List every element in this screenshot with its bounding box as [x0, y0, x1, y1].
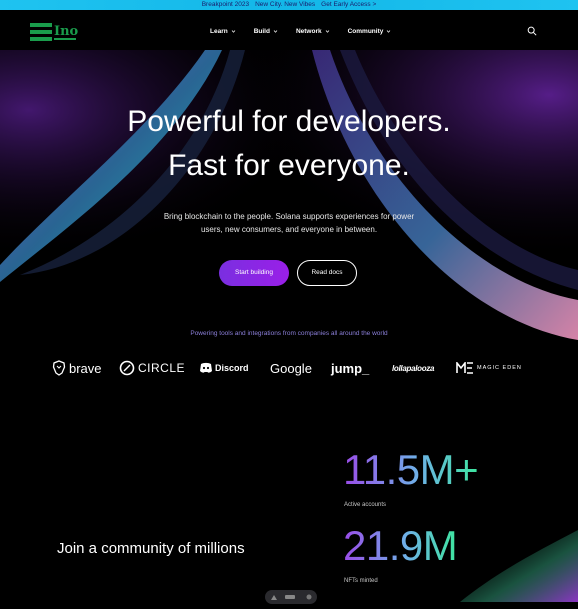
announcement-event: Breakpoint 2023 [201, 1, 250, 8]
google-logo-text: Google [270, 360, 312, 376]
stat-nfts-minted-label: NFTs minted [344, 578, 378, 584]
brave-logo: brave [52, 357, 102, 379]
announcement-tagline: New City. New Vibes [255, 1, 316, 8]
nav-item-label: Learn [210, 28, 228, 35]
announcement-arrow: > [372, 1, 377, 8]
community-heading: Join a community of millions [57, 540, 245, 557]
brave-lion-icon [52, 360, 66, 376]
hero-headline-line1: Powerful for developers. [127, 105, 451, 138]
hero-subtitle: Bring blockchain to the people. Solana s… [163, 212, 415, 234]
chevron-down-icon [325, 30, 329, 33]
nav-item-build[interactable]: Build [254, 28, 278, 35]
lollapalooza-logo: lollapalooza [392, 357, 434, 379]
stat-active-accounts-value: 11.5M+ [343, 446, 479, 493]
read-docs-button[interactable]: Read docs [297, 260, 357, 286]
hero-headline: Powerful for developers. Fast for everyo… [0, 100, 578, 188]
nav-item-label: Community [347, 28, 384, 35]
partners-heading: Powering tools and integrations from com… [190, 330, 388, 337]
jump-logo: jump_ [331, 357, 369, 379]
discord-logo: Discord [199, 357, 249, 379]
circle-logo: CIRCLE [119, 357, 185, 379]
search-icon[interactable] [527, 26, 537, 36]
discord-controller-icon [200, 362, 212, 373]
hero-headline-line2: Fast for everyone. [168, 149, 410, 182]
mountain-icon [271, 595, 277, 600]
hero-background-art [0, 50, 578, 350]
nav-item-label: Network [295, 28, 322, 35]
magic-eden-logo-text: MAGIC EDEN [477, 365, 522, 371]
google-logo: Google [270, 357, 312, 379]
announcement-bar[interactable]: Breakpoint 2023 New City. New Vibes Get Ea… [0, 0, 578, 10]
nav-links: Learn Build Network Community [210, 28, 391, 35]
toolbar-dot-icon [306, 594, 312, 600]
announcement-cta-link[interactable]: Get Early Access [321, 1, 371, 8]
logo-text: Ino [54, 24, 78, 39]
top-navigation: Ino Learn Build Network Community [0, 10, 578, 50]
magic-eden-mark-icon [456, 362, 473, 374]
nav-item-learn[interactable]: Learn [210, 28, 236, 35]
lollapalooza-logo-text: lollapalooza [392, 363, 435, 373]
nav-item-network[interactable]: Network [296, 28, 330, 35]
circle-mark-icon [119, 360, 135, 376]
magic-eden-logo: MAGIC EDEN [456, 357, 522, 379]
stat-active-accounts-label: Active accounts [344, 502, 387, 508]
jump-logo-text: jump_ [331, 360, 370, 376]
nav-item-community[interactable]: Community [348, 28, 392, 35]
brave-logo-text: brave [69, 360, 102, 376]
toolbar-bar-icon [285, 595, 295, 599]
chevron-down-icon [387, 30, 391, 33]
stat-nfts-minted-value: 21.9M [343, 522, 458, 569]
site-logo[interactable]: Ino [30, 22, 79, 42]
chevron-down-icon [273, 30, 278, 33]
nav-item-label: Build [253, 28, 270, 35]
circle-logo-text: CIRCLE [138, 361, 186, 375]
chevron-down-icon [231, 30, 235, 33]
discord-logo-text: Discord [215, 363, 249, 373]
partner-logos: brave CIRCLE Discord Google jump_ lollap… [52, 357, 528, 379]
start-building-button[interactable]: Start building [219, 260, 289, 286]
